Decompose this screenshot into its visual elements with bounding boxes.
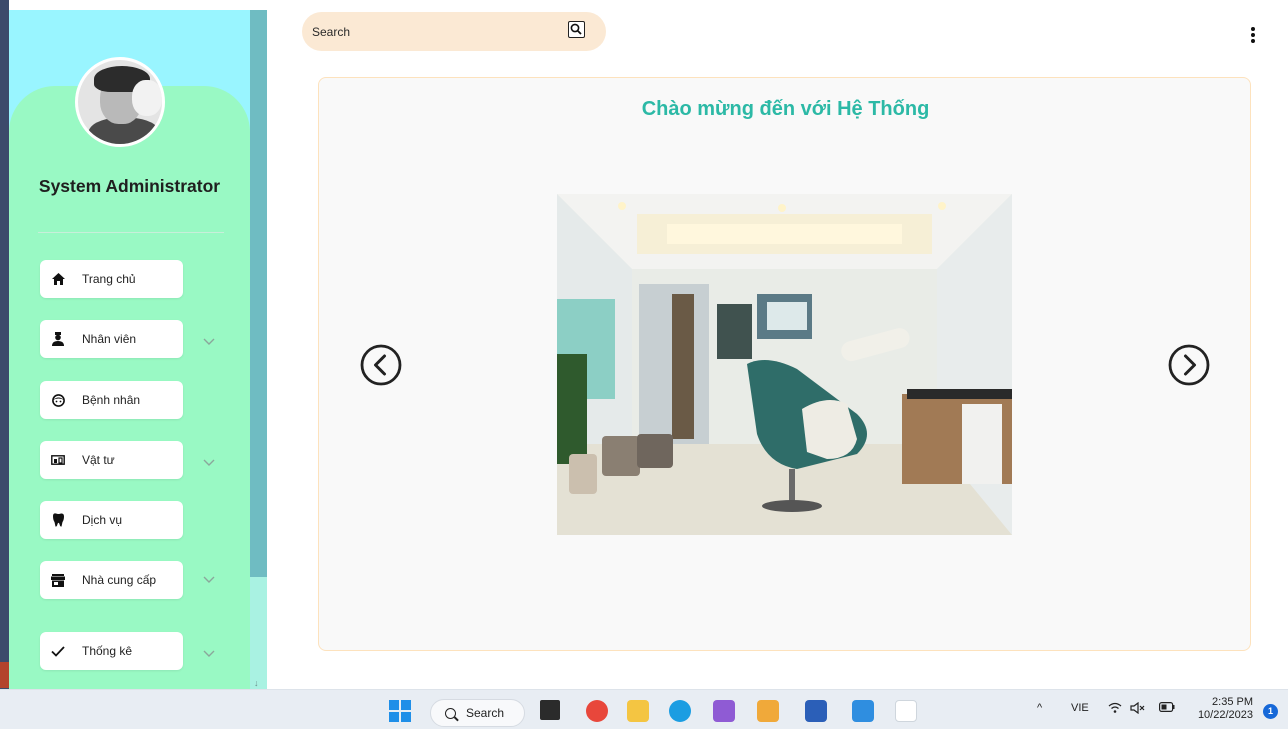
tooth-icon xyxy=(51,513,65,527)
wifi-icon[interactable] xyxy=(1108,702,1122,717)
sidebar-item-label: Dịch vụ xyxy=(82,513,123,527)
battery-icon[interactable] xyxy=(1159,702,1175,715)
chevron-down-icon[interactable] xyxy=(203,456,215,468)
scroll-down-arrow-icon[interactable]: ↓ xyxy=(254,678,259,688)
notification-badge[interactable]: 1 xyxy=(1263,704,1278,719)
sidebar-item-home[interactable]: Trang chủ xyxy=(40,260,183,298)
sidebar-item-supplies[interactable]: Vật tư xyxy=(40,441,183,479)
carousel-prev-button[interactable] xyxy=(359,343,403,387)
carousel-next-button[interactable] xyxy=(1167,343,1211,387)
sidebar-item-patients[interactable]: Bệnh nhân xyxy=(40,381,183,419)
home-icon xyxy=(51,272,65,286)
app-icon[interactable] xyxy=(895,700,917,722)
file-explorer-icon[interactable] xyxy=(627,700,649,722)
photos-icon[interactable] xyxy=(852,700,874,722)
check-icon xyxy=(51,644,65,658)
taskbar: Search ^ VIE 2:35 PM 10/22/2023 1 xyxy=(0,689,1288,729)
search-bar xyxy=(302,12,606,51)
sidebar-item-label: Nhà cung cấp xyxy=(82,573,157,587)
chevron-down-icon[interactable] xyxy=(203,573,215,585)
sidebar-item-staff[interactable]: Nhân viên xyxy=(40,320,183,358)
sidebar-item-label: Nhân viên xyxy=(82,332,137,346)
sidebar-divider xyxy=(38,232,224,233)
more-options-icon[interactable] xyxy=(1250,27,1256,45)
sidebar-item-services[interactable]: Dịch vụ xyxy=(40,501,183,539)
search-button[interactable] xyxy=(568,21,585,38)
sidebar-item-label: Vật tư xyxy=(82,453,115,467)
sidebar-scrollbar[interactable]: ↓ xyxy=(250,10,267,690)
chevron-up-icon[interactable]: ^ xyxy=(1037,702,1042,714)
edge-icon[interactable] xyxy=(669,700,691,722)
avatar[interactable] xyxy=(75,57,165,147)
chevron-down-icon[interactable] xyxy=(203,335,215,347)
clock-date: 10/22/2023 xyxy=(1197,709,1253,721)
sidebar-item-suppliers[interactable]: Nhà cung cấp xyxy=(40,561,183,599)
patient-icon xyxy=(51,393,65,407)
supplies-icon xyxy=(51,453,65,467)
chevron-right-circle-icon xyxy=(1168,344,1210,386)
store-icon xyxy=(51,573,65,587)
search-icon xyxy=(570,23,582,35)
sidebar-item-label: Thống kê xyxy=(82,644,133,658)
chevron-left-circle-icon xyxy=(360,344,402,386)
chrome-icon[interactable] xyxy=(586,700,608,722)
search-icon xyxy=(445,707,456,719)
clock[interactable]: 2:35 PM 10/22/2023 xyxy=(1193,696,1253,722)
snipping-tool-icon[interactable] xyxy=(757,700,779,722)
sidebar-scrollbar-thumb[interactable] xyxy=(250,10,267,577)
visual-studio-icon[interactable] xyxy=(713,700,735,722)
start-icon[interactable] xyxy=(389,700,411,722)
page-title: Chào mừng đến với Hệ Thống xyxy=(641,98,930,120)
window-edge-marker xyxy=(0,662,9,688)
sidebar-item-label: Bệnh nhân xyxy=(82,393,141,407)
search-input[interactable] xyxy=(312,22,552,42)
taskbar-search-button[interactable]: Search xyxy=(430,699,525,727)
clock-time: 2:35 PM xyxy=(1212,696,1253,708)
word-icon[interactable] xyxy=(805,700,827,722)
taskbar-search-label: Search xyxy=(466,706,505,720)
speaker-muted-icon[interactable] xyxy=(1130,701,1146,717)
chevron-down-icon[interactable] xyxy=(203,647,215,659)
language-indicator[interactable]: VIE xyxy=(1071,702,1089,714)
window-edge-strip xyxy=(0,0,9,689)
user-name: System Administrator xyxy=(38,176,221,196)
carousel-image xyxy=(557,194,1012,535)
task-view-icon[interactable] xyxy=(540,700,560,720)
sidebar-item-label: Trang chủ xyxy=(82,272,136,286)
sidebar-item-statistics[interactable]: Thống kê xyxy=(40,632,183,670)
staff-icon xyxy=(51,332,65,346)
dental-clinic-image xyxy=(557,194,1012,535)
